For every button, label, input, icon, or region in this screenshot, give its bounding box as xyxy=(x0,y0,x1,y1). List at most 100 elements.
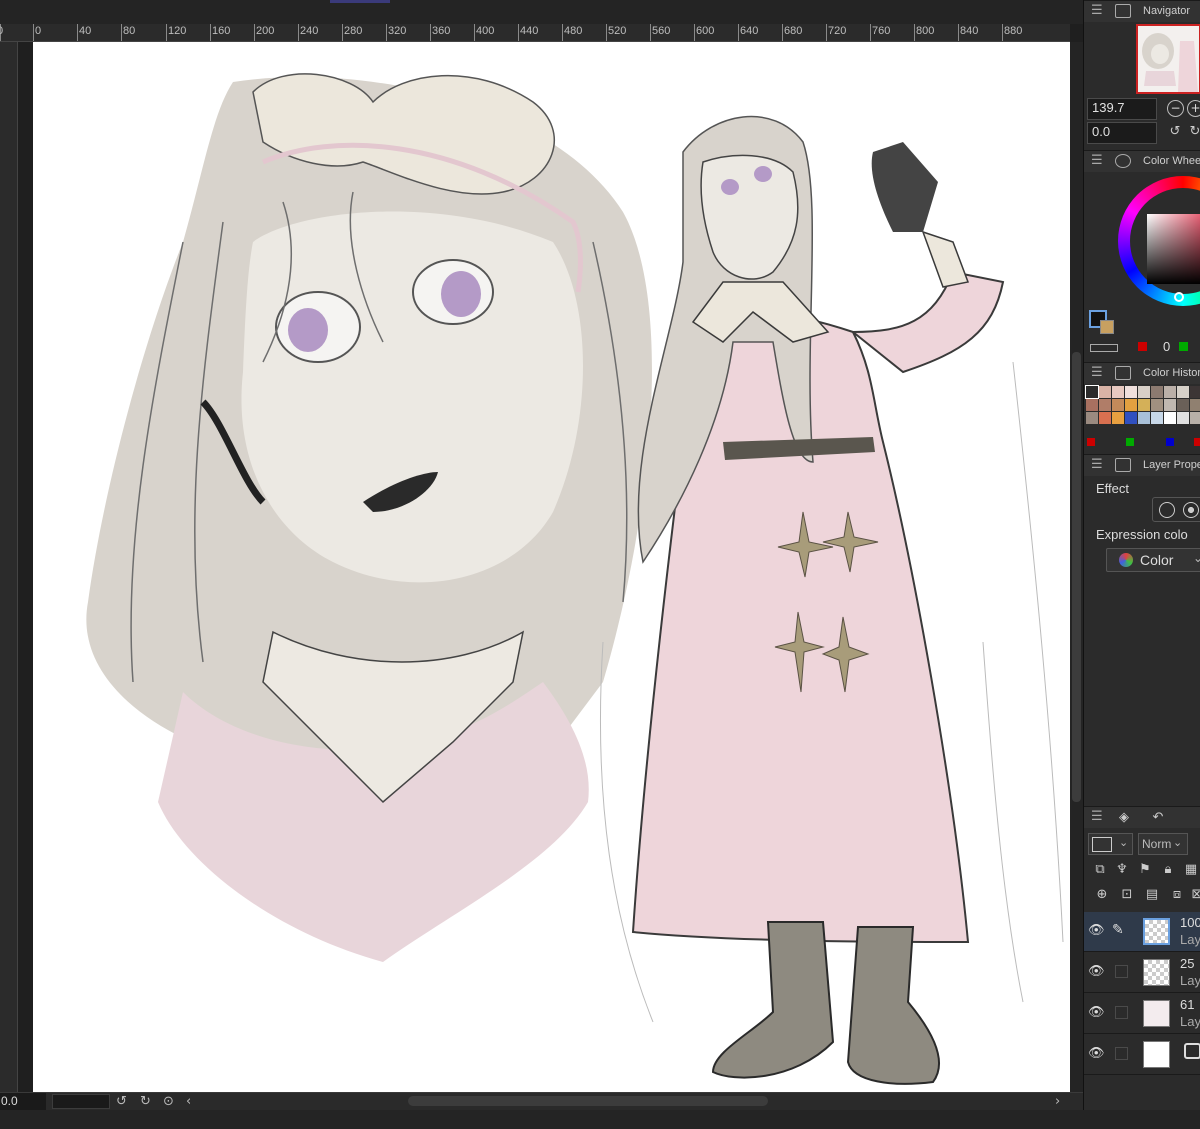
history-swatch[interactable] xyxy=(1112,399,1124,411)
history-swatch[interactable] xyxy=(1125,412,1137,424)
delete-layer-icon[interactable]: ⊠ xyxy=(1189,887,1200,903)
navigator-preview[interactable] xyxy=(1136,24,1200,94)
scroll-right-icon[interactable]: › xyxy=(1055,1093,1060,1110)
saturation-value-square[interactable] xyxy=(1147,214,1200,284)
copy-layer-icon[interactable]: ⧈ xyxy=(1169,887,1185,903)
history-swatch[interactable] xyxy=(1164,399,1176,411)
new-folder-icon[interactable]: ▤ xyxy=(1144,887,1160,903)
panel-menu-icon[interactable]: ☰ xyxy=(1091,457,1103,472)
vertical-scroll-thumb[interactable] xyxy=(1072,352,1081,802)
undo-history-icon[interactable]: ↶ xyxy=(1150,810,1166,826)
history-swatch[interactable] xyxy=(1099,412,1111,424)
history-swatch[interactable] xyxy=(1138,399,1150,411)
reference-layer-icon[interactable]: ♆ xyxy=(1114,862,1130,878)
history-swatch[interactable] xyxy=(1164,386,1176,398)
lock-icon[interactable]: 🔒︎ xyxy=(1160,862,1176,878)
eye-icon[interactable]: 👁︎ xyxy=(1088,1005,1105,1020)
vertical-scrollbar[interactable] xyxy=(1070,42,1083,1092)
layers-icon[interactable]: ◈ xyxy=(1116,810,1132,826)
history-swatch[interactable] xyxy=(1085,385,1099,399)
clip-layer-icon[interactable]: ⧉ xyxy=(1092,862,1108,878)
history-swatch[interactable] xyxy=(1151,399,1163,411)
zoom-input[interactable]: 139.7 xyxy=(1087,98,1157,120)
scroll-left-icon[interactable]: ‹ xyxy=(186,1093,191,1110)
navigator-header[interactable]: ☰ Navigator xyxy=(1084,0,1200,22)
hue-ring[interactable] xyxy=(1118,176,1200,306)
rotate-left-icon[interactable]: ↺ xyxy=(116,1093,127,1110)
color-history-grid[interactable] xyxy=(1085,385,1200,436)
expression-color-value: Color xyxy=(1140,552,1174,568)
history-swatch[interactable] xyxy=(1190,386,1200,398)
rotate-right-icon[interactable]: ↻ xyxy=(140,1093,151,1110)
layer-row[interactable]: 👁︎ ✎ 100 Lay xyxy=(1084,912,1200,952)
layer-property-header[interactable]: ☰ Layer Prope xyxy=(1084,454,1200,476)
zoom-readout[interactable]: 0.0 xyxy=(0,1093,46,1110)
rotation-input[interactable]: 0.0 xyxy=(1087,122,1157,144)
color-picker-cursor[interactable] xyxy=(1174,292,1184,302)
history-swatch[interactable] xyxy=(1151,412,1163,424)
color-history-title: Color Histor xyxy=(1143,367,1200,379)
zoom-in-icon[interactable]: + xyxy=(1187,100,1200,117)
history-swatch[interactable] xyxy=(1138,412,1150,424)
rotation-field[interactable] xyxy=(52,1094,110,1109)
color-wheel-header[interactable]: ☰ Color Whee xyxy=(1084,150,1200,172)
history-swatch[interactable] xyxy=(1125,399,1137,411)
sub-color-swatch[interactable] xyxy=(1100,320,1114,334)
layer-select-checkbox[interactable] xyxy=(1115,965,1128,978)
history-swatch[interactable] xyxy=(1099,399,1111,411)
panel-menu-icon[interactable]: ☰ xyxy=(1091,153,1103,168)
history-swatch[interactable] xyxy=(1112,412,1124,424)
history-swatch[interactable] xyxy=(1099,386,1111,398)
rotate-ccw-icon[interactable]: ↺ xyxy=(1167,124,1183,140)
history-swatch[interactable] xyxy=(1177,386,1189,398)
history-swatch[interactable] xyxy=(1190,399,1200,411)
new-raster-layer-icon[interactable]: ⊕ xyxy=(1094,887,1110,903)
draft-layer-icon[interactable]: ⚑ xyxy=(1137,862,1153,878)
history-swatch[interactable] xyxy=(1138,386,1150,398)
panel-menu-icon[interactable]: ☰ xyxy=(1091,3,1103,18)
history-swatch[interactable] xyxy=(1177,412,1189,424)
chevron-down-icon: ⌄ xyxy=(1193,551,1200,565)
reset-rotation-icon[interactable]: ⊙ xyxy=(163,1093,174,1110)
ruler-tick xyxy=(33,24,34,41)
expression-color-label: Expression colo xyxy=(1096,527,1188,542)
history-swatch[interactable] xyxy=(1164,412,1176,424)
new-vector-layer-icon[interactable]: ⊡ xyxy=(1119,887,1135,903)
eye-icon[interactable]: 👁︎ xyxy=(1088,964,1105,979)
history-swatch[interactable] xyxy=(1190,412,1200,424)
tone-effect-icon[interactable] xyxy=(1183,502,1199,518)
ruler-label: 0 xyxy=(35,25,42,37)
lock-transparency-icon[interactable]: ▦ xyxy=(1183,862,1199,878)
layer-select-checkbox[interactable] xyxy=(1115,1047,1128,1060)
layer-row[interactable]: 👁︎ xyxy=(1084,1035,1200,1075)
horizontal-scroll-thumb[interactable] xyxy=(408,1096,768,1106)
history-swatch[interactable] xyxy=(1177,399,1189,411)
layer-opacity: 61 xyxy=(1180,997,1195,1012)
color-history-header[interactable]: ☰ Color Histor xyxy=(1084,362,1200,384)
zoom-out-icon[interactable]: − xyxy=(1167,100,1184,117)
history-swatch[interactable] xyxy=(1086,399,1098,411)
panel-menu-icon[interactable]: ☰ xyxy=(1091,365,1103,380)
history-swatch[interactable] xyxy=(1086,412,1098,424)
effect-button-group[interactable] xyxy=(1152,497,1200,522)
eye-icon[interactable]: 👁︎ xyxy=(1088,923,1105,938)
history-swatch[interactable] xyxy=(1112,386,1124,398)
ruler-label: 800 xyxy=(916,25,935,37)
panel-menu-icon[interactable]: ☰ xyxy=(1091,809,1103,824)
figure-right-boot xyxy=(846,926,940,1085)
expression-color-dropdown[interactable]: Color ⌄ xyxy=(1106,548,1200,572)
history-swatch[interactable] xyxy=(1125,386,1137,398)
border-effect-icon[interactable] xyxy=(1159,502,1175,518)
layer-panel-header[interactable]: ☰ ◈ ↶ xyxy=(1084,806,1200,828)
layer-color-dropdown[interactable]: ⌄ xyxy=(1088,833,1133,855)
drawing-canvas[interactable] xyxy=(33,42,1070,1092)
rotate-cw-icon[interactable]: ↻ xyxy=(1187,124,1200,140)
transparent-color-icon[interactable] xyxy=(1090,344,1118,352)
layer-select-checkbox[interactable] xyxy=(1115,1006,1128,1019)
blend-mode-dropdown[interactable]: Norm ⌄ xyxy=(1138,833,1188,855)
eye-icon[interactable]: 👁︎ xyxy=(1088,1046,1105,1061)
history-swatch[interactable] xyxy=(1151,386,1163,398)
ruler-label: 440 xyxy=(520,25,539,37)
layer-row[interactable]: 👁︎ 61 Lay xyxy=(1084,994,1200,1034)
layer-row[interactable]: 👁︎ 25 Lay xyxy=(1084,953,1200,993)
